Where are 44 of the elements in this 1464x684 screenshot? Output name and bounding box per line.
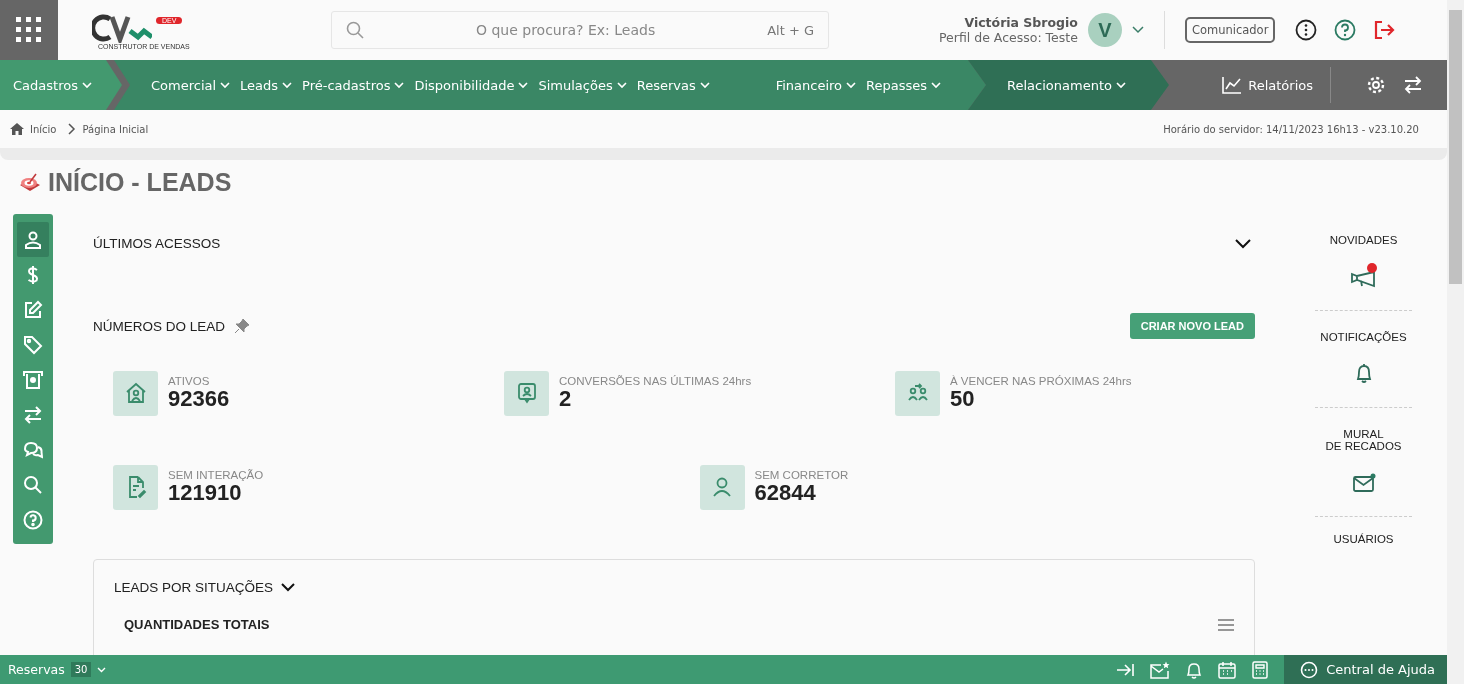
user-profile: Perfil de Acesso: Teste [939,30,1078,45]
panel-title: USUÁRIOS [1333,533,1394,545]
menu-item[interactable]: Comercial [146,77,236,93]
menu-item[interactable]: Leads [235,77,298,93]
stat-value: 92366 [168,386,230,412]
reports-link[interactable]: Relatórios [1217,76,1318,94]
create-lead-button[interactable]: CRIAR NOVO LEAD [1129,313,1255,339]
stat-label: À VENCER NAS PRÓXIMAS 24hrs [950,374,1132,387]
breadcrumb-current: Página Inicial [82,123,149,135]
help-center-button[interactable]: Central de Ajuda [1284,655,1447,684]
server-time: Horário do servidor: 14/11/2023 16h13 - v23.10.20 [1163,123,1419,135]
menu-item[interactable]: Simulações [533,77,632,93]
search-input[interactable]: O que procura? Ex: Leads [374,21,758,39]
card-subtitle: QUANTIDADES TOTAIS [124,617,270,632]
menu-item[interactable]: Cadastros [8,77,97,93]
reservations-label: Reservas [8,662,65,677]
stat-value: 50 [950,386,976,412]
stat-label: ATIVOS [168,374,211,387]
section-title: NÚMEROS DO LEAD [93,318,226,334]
stat-value: 121910 [168,480,242,506]
menu-item[interactable]: Reservas [631,77,715,93]
menu-item[interactable]: Pré-cadastros [297,77,410,93]
section-title: LEADS POR SITUAÇÕES [114,580,274,595]
search-field[interactable]: O que procura? Ex: Leads Alt + G [331,11,829,49]
panel-title: NOTIFICAÇÕES [1320,331,1407,343]
menu-item[interactable]: Relacionamento [1002,77,1131,93]
breadcrumb-link[interactable]: Início [30,123,57,135]
stat-label: CONVERSÕES NAS ÚLTIMAS 24hrs [559,374,752,387]
page-title: INÍCIO - LEADS [48,167,232,197]
reservations-count: 30 [70,662,92,677]
stat-label: SEM INTERAÇÃO [168,468,264,481]
menu-item[interactable]: Financeiro [770,77,862,93]
shortcut-hint: Alt + G [767,22,814,38]
menu-item[interactable]: Disponibilidade [409,77,534,93]
section-title: ÚLTIMOS ACESSOS [93,236,221,251]
panel-title: NOVIDADES [1329,234,1398,246]
menu-item[interactable]: Repasses [861,77,947,93]
stat-value: 62844 [754,480,817,506]
communicator-button[interactable]: Comunicador [1184,17,1276,43]
stat-value: 2 [559,386,573,412]
panel-title: MURAL DE RECADOS [1325,428,1402,452]
stat-label: SEM CORRETOR [754,468,849,481]
user-avatar[interactable]: V [1087,13,1122,47]
user-name: Victória Sbrogio [964,15,1078,30]
